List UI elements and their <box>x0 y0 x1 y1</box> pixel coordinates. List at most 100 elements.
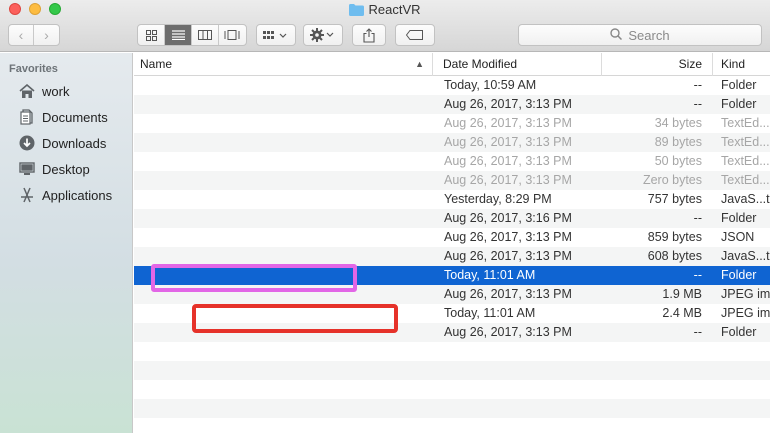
size-cell: 1.9 MB <box>662 287 702 301</box>
sidebar-heading: Favorites <box>9 63 58 75</box>
table-row[interactable]: ▶vrAug 26, 2017, 3:13 PM--Folder <box>134 323 770 342</box>
sidebar-item-label: Downloads <box>42 135 107 151</box>
kind-cell: JPEG ima <box>721 287 770 301</box>
date-cell: Aug 26, 2017, 3:16 PM <box>444 211 572 225</box>
size-cell: Zero bytes <box>642 173 702 187</box>
house-icon <box>17 83 37 99</box>
kind-cell: Folder <box>721 78 757 92</box>
sidebar-item-desktop[interactable]: Desktop <box>17 158 90 180</box>
share-icon <box>363 27 375 43</box>
columns-icon <box>198 30 212 40</box>
table-row[interactable]: .gitignoreAug 26, 2017, 3:13 PM50 bytesT… <box>134 152 770 171</box>
list-view-button[interactable] <box>165 25 192 45</box>
kind-cell: Folder <box>721 97 757 111</box>
back-button[interactable]: ‹ <box>9 25 35 45</box>
empty-row <box>134 418 770 433</box>
table-row[interactable]: my-background.jpgToday, 11:01 AM2.4 MBJP… <box>134 304 770 323</box>
table-row[interactable]: chess-world.jpgAug 26, 2017, 3:13 PM1.9 … <box>134 285 770 304</box>
kind-cell: Folder <box>721 211 757 225</box>
size-cell: 34 bytes <box>654 116 702 130</box>
search-field[interactable]: Search <box>518 24 762 46</box>
date-cell: Today, 10:59 AM <box>444 78 537 92</box>
kind-cell: Folder <box>721 325 757 339</box>
sidebar-item-label: Documents <box>42 109 108 125</box>
sidebar-item-downloads[interactable]: Downloads <box>17 132 106 154</box>
sidebar-item-work[interactable]: work <box>17 80 69 102</box>
size-cell: 608 bytes <box>647 249 702 263</box>
column-view-button[interactable] <box>192 25 219 45</box>
window-toolbar: ReactVR ‹ › Search <box>0 0 770 52</box>
table-row[interactable]: ▶__tests__Aug 26, 2017, 3:13 PM--Folder <box>134 95 770 114</box>
arrange-icon <box>263 31 287 39</box>
size-cell: -- <box>693 78 702 92</box>
date-cell: Aug 26, 2017, 3:13 PM <box>444 249 572 263</box>
navigation-buttons: ‹ › <box>8 24 60 46</box>
empty-row <box>134 342 770 361</box>
arrange-button[interactable] <box>256 24 296 46</box>
size-cell: 2.4 MB <box>662 306 702 320</box>
table-row[interactable]: ▼Lesson1Today, 10:59 AM--Folder <box>134 76 770 95</box>
tag-icon <box>406 30 423 40</box>
kind-cell: TextEd... <box>721 116 770 130</box>
sidebar-item-documents[interactable]: Documents <box>17 106 108 128</box>
table-row[interactable]: package.jsonAug 26, 2017, 3:13 PM859 byt… <box>134 228 770 247</box>
applications-icon <box>17 187 37 203</box>
kind-cell: TextEd... <box>721 135 770 149</box>
column-header-size[interactable]: Size <box>602 53 713 76</box>
date-cell: Yesterday, 8:29 PM <box>444 192 552 206</box>
table-row[interactable]: index.vr.jsYesterday, 8:29 PM757 bytesJa… <box>134 190 770 209</box>
column-header-name[interactable]: Name ▲ <box>134 53 433 76</box>
date-cell: Today, 11:01 AM <box>444 268 536 282</box>
size-cell: 89 bytes <box>654 135 702 149</box>
desktop-icon <box>17 161 37 177</box>
table-row[interactable]: .flowconfigAug 26, 2017, 3:13 PM89 bytes… <box>134 133 770 152</box>
kind-cell: JavaS...t <box>721 249 770 263</box>
kind-cell: JPEG ima <box>721 306 770 320</box>
date-cell: Aug 26, 2017, 3:13 PM <box>444 135 572 149</box>
action-button[interactable] <box>303 24 343 46</box>
list-icon <box>171 30 185 40</box>
window-title-text: ReactVR <box>368 2 421 17</box>
gear-icon <box>310 28 334 42</box>
kind-cell: TextEd... <box>721 173 770 187</box>
date-cell: Aug 26, 2017, 3:13 PM <box>444 230 572 244</box>
size-cell: -- <box>693 97 702 111</box>
window-title: ReactVR <box>0 2 770 19</box>
column-header-label: Name <box>140 57 173 71</box>
column-headers: Name ▲ Date Modified Size Kind <box>134 53 770 76</box>
share-button[interactable] <box>352 24 386 46</box>
sidebar-item-label: Desktop <box>42 161 90 177</box>
sidebar-item-label: work <box>42 83 70 99</box>
sidebar-item-label: Applications <box>42 187 113 203</box>
date-cell: Today, 11:01 AM <box>444 306 536 320</box>
size-cell: 859 bytes <box>647 230 702 244</box>
date-cell: Aug 26, 2017, 3:13 PM <box>444 287 572 301</box>
forward-button[interactable]: › <box>34 25 59 45</box>
table-row[interactable]: .babelrcAug 26, 2017, 3:13 PM34 bytesTex… <box>134 114 770 133</box>
table-row[interactable]: ▶node_modulesAug 26, 2017, 3:16 PM--Fold… <box>134 209 770 228</box>
column-header-kind[interactable]: Kind <box>713 53 770 76</box>
date-cell: Aug 26, 2017, 3:13 PM <box>444 173 572 187</box>
tag-button[interactable] <box>395 24 435 46</box>
search-icon <box>610 27 623 43</box>
size-cell: -- <box>693 268 702 282</box>
sidebar-item-applications[interactable]: Applications <box>17 184 112 206</box>
icon-grid-icon <box>145 29 157 41</box>
kind-cell: Folder <box>721 268 757 282</box>
date-cell: Aug 26, 2017, 3:13 PM <box>444 154 572 168</box>
table-row[interactable]: rn-cli.config.jsAug 26, 2017, 3:13 PM608… <box>134 247 770 266</box>
file-list: Name ▲ Date Modified Size Kind ▼Lesson1T… <box>134 53 770 433</box>
kind-cell: JavaS...t <box>721 192 770 206</box>
document-icon <box>17 109 37 125</box>
table-row[interactable]: .watchmanconfigAug 26, 2017, 3:13 PMZero… <box>134 171 770 190</box>
file-rows: ▼Lesson1Today, 10:59 AM--Folder▶__tests_… <box>134 76 770 433</box>
date-cell: Aug 26, 2017, 3:13 PM <box>444 116 572 130</box>
table-row[interactable]: ▼static_assetsToday, 11:01 AM--Folder <box>134 266 770 285</box>
kind-cell: TextEd... <box>721 154 770 168</box>
gallery-view-button[interactable] <box>219 25 246 45</box>
icon-view-button[interactable] <box>138 25 165 45</box>
download-icon <box>17 135 37 151</box>
empty-row <box>134 399 770 418</box>
column-header-date[interactable]: Date Modified <box>433 53 602 76</box>
date-cell: Aug 26, 2017, 3:13 PM <box>444 97 572 111</box>
